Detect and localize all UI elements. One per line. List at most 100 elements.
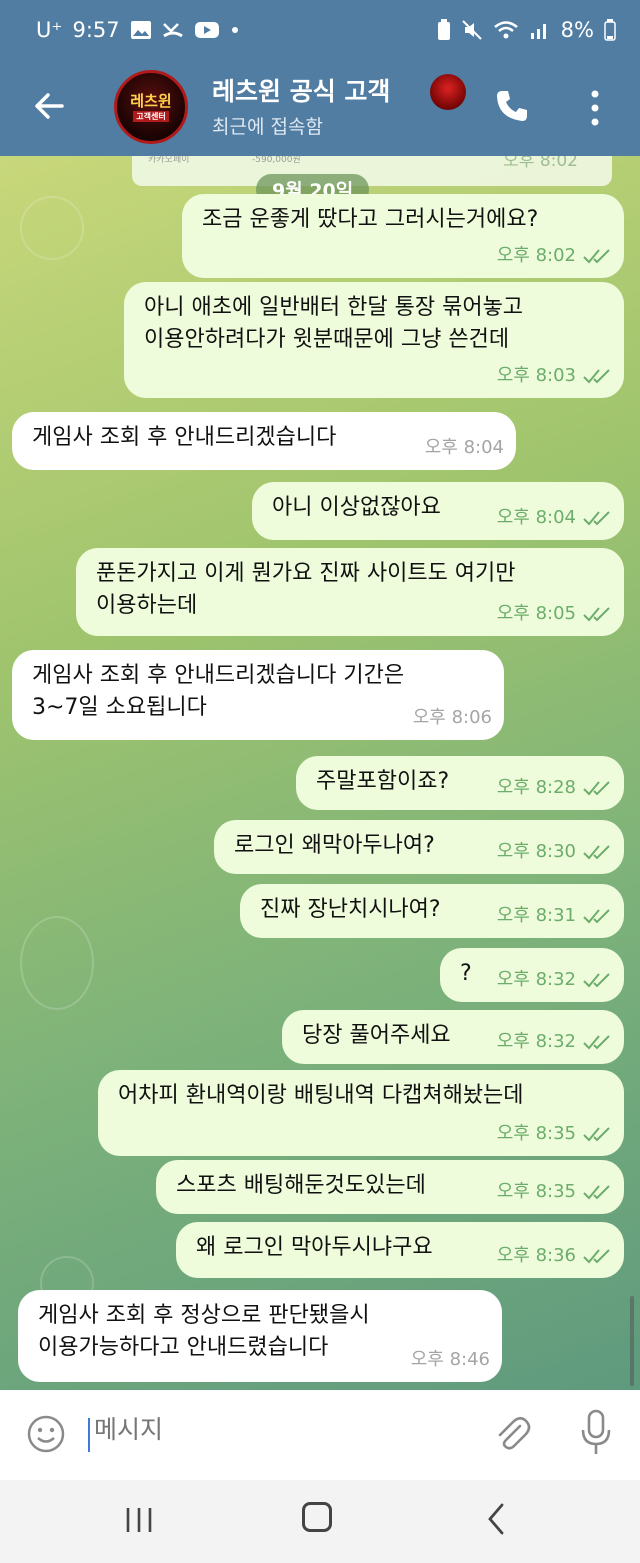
message-text: 아니 애초에 일반배터 한달 통장 묶어놓고 이용안하려다가 윗분때문에 그냥 … [144, 295, 524, 352]
signal-icon [530, 24, 546, 39]
message-text: ? [460, 961, 472, 986]
system-navigation-bar [0, 1480, 640, 1563]
message-meta: 오후 8:04 [497, 502, 612, 534]
message-composer [0, 1390, 640, 1480]
message-text: 당장 풀어주세요 [302, 1023, 451, 1048]
message-bubble-outgoing[interactable]: 아니 이상없잖아요 오후 8:04 [252, 482, 624, 540]
double-check-icon [583, 1185, 610, 1200]
message-meta: 오후 8:03 [497, 360, 612, 392]
chat-header: 레츠윈 고객센터 레츠윈 공식 고객 최근에 접속함 [0, 66, 640, 156]
message-bubble-outgoing[interactable]: 당장 풀어주세요 오후 8:32 [282, 1010, 624, 1064]
previous-image-message[interactable]: 카카오페이 -590,000원 오후 8:02 [132, 156, 612, 186]
home-icon[interactable] [302, 1502, 332, 1532]
message-meta: 오후 8:35 [497, 1176, 612, 1208]
mute-icon [461, 20, 482, 40]
message-bubble-incoming[interactable]: 게임사 조회 후 안내드리겠습니다 기간은 3~7일 소요됩니다 오후 8:06 [12, 650, 504, 740]
message-meta: 오후 8:31 [497, 900, 612, 932]
message-meta: 오후 8:35 [497, 1118, 612, 1150]
message-text: 게임사 조회 후 안내드리겠습니다 [32, 425, 337, 450]
double-check-icon [583, 973, 610, 988]
message-bubble-outgoing[interactable]: 주말포함이죠? 오후 8:28 [296, 756, 624, 810]
phone-icon[interactable] [494, 88, 530, 124]
battery-icon [604, 19, 616, 41]
message-text: 게임사 조회 후 안내드리겠습니다 기간은 3~7일 소요됩니다 [32, 663, 405, 720]
prev-cell-amount: -590,000원 [252, 156, 301, 165]
chat-title[interactable]: 레츠윈 공식 고객 [212, 72, 424, 108]
wifi-icon [493, 21, 518, 39]
paperclip-icon[interactable] [490, 1412, 534, 1456]
doodle-decoration [20, 196, 84, 260]
battery-saver-icon [437, 19, 450, 40]
message-time: 오후 8:02 [503, 156, 578, 171]
text-cursor [88, 1418, 90, 1452]
gallery-icon [130, 21, 151, 39]
message-bubble-outgoing[interactable]: 조금 운좋게 땄다고 그러시는거에요? 오후 8:02 [182, 194, 624, 278]
message-meta: 오후 8:28 [497, 772, 612, 804]
double-check-icon [583, 909, 610, 924]
message-time: 오후 8:30 [496, 841, 576, 862]
time-label: 9:57 [72, 18, 120, 42]
message-time: 오후 8:36 [496, 1245, 576, 1266]
message-time: 오후 8:32 [496, 1031, 576, 1052]
double-check-icon [583, 369, 610, 384]
message-bubble-outgoing[interactable]: 왜 로그인 막아두시냐구요 오후 8:36 [176, 1222, 624, 1278]
message-time: 오후 8:03 [496, 365, 576, 386]
youtube-icon [194, 22, 219, 38]
message-meta: 오후 8:32 [497, 964, 612, 996]
microphone-icon[interactable] [578, 1408, 614, 1458]
scrollbar[interactable] [630, 1296, 634, 1386]
message-text: 주말포함이죠? [316, 769, 450, 794]
message-meta: 오후 8:04 [425, 432, 504, 464]
chat-area[interactable]: 카카오페이 -590,000원 오후 8:02 9월 20일 조금 운좋게 땄다… [0, 156, 640, 1390]
dot-icon [231, 27, 238, 33]
message-time: 오후 8:35 [496, 1181, 576, 1202]
message-text: 조금 운좋게 땄다고 그러시는거에요? [202, 207, 539, 232]
message-bubble-outgoing[interactable]: ? 오후 8:32 [440, 948, 624, 1002]
message-meta: 오후 8:06 [413, 702, 492, 734]
last-seen-status: 최근에 접속함 [212, 116, 323, 138]
message-text: 로그인 왜막아두나여? [234, 833, 435, 858]
message-bubble-outgoing[interactable]: 스포츠 배팅해둔것도있는데 오후 8:35 [156, 1160, 624, 1214]
message-time: 오후 8:31 [496, 905, 576, 926]
double-check-icon [583, 249, 610, 264]
message-meta: 오후 8:30 [497, 836, 612, 868]
missed-call-icon [162, 23, 183, 38]
message-text: 아니 이상없잖아요 [272, 495, 441, 520]
message-bubble-outgoing[interactable]: 로그인 왜막아두나여? 오후 8:30 [214, 820, 624, 874]
message-bubble-outgoing[interactable]: 아니 애초에 일반배터 한달 통장 묶어놓고 이용안하려다가 윗분때문에 그냥 … [124, 282, 624, 398]
message-time: 오후 8:02 [496, 245, 576, 266]
message-time: 오후 8:04 [424, 437, 504, 458]
message-input[interactable] [92, 1414, 456, 1445]
message-time: 오후 8:06 [412, 707, 492, 728]
doodle-decoration [20, 916, 94, 1010]
nav-back-icon[interactable] [486, 1502, 506, 1536]
message-text: 진짜 장난치시나여? [260, 897, 441, 922]
avatar[interactable]: 레츠윈 고객센터 [114, 70, 188, 144]
message-meta: 오후 8:46 [411, 1344, 490, 1376]
double-check-icon [583, 1127, 610, 1142]
recent-apps-icon[interactable] [122, 1504, 156, 1536]
message-time: 오후 8:28 [496, 777, 576, 798]
message-bubble-outgoing[interactable]: 진짜 장난치시나여? 오후 8:31 [240, 884, 624, 938]
double-check-icon [583, 845, 610, 860]
message-text: 푼돈가지고 이게 뭔가요 진짜 사이트도 여기만 이용하는데 [96, 561, 516, 618]
avatar-subtext: 고객센터 [133, 110, 169, 122]
message-text: 어차피 환내역이랑 배팅내역 다캡쳐해놨는데 [118, 1083, 524, 1108]
back-arrow-icon[interactable] [28, 84, 72, 128]
message-bubble-incoming[interactable]: 게임사 조회 후 안내드리겠습니다 오후 8:04 [12, 412, 516, 470]
message-text: 게임사 조회 후 정상으로 판단됐을시 이용가능하다고 안내드렸습니다 [38, 1303, 370, 1360]
double-check-icon [583, 511, 610, 526]
more-options-icon[interactable] [585, 88, 605, 128]
badge-emoji-icon [430, 74, 466, 110]
emoji-icon[interactable] [26, 1414, 66, 1454]
message-bubble-outgoing[interactable]: 푼돈가지고 이게 뭔가요 진짜 사이트도 여기만 이용하는데 오후 8:05 [76, 548, 624, 636]
avatar-text: 레츠윈 [130, 91, 172, 110]
message-bubble-incoming[interactable]: 게임사 조회 후 정상으로 판단됐을시 이용가능하다고 안내드렸습니다 오후 8… [18, 1290, 502, 1382]
message-bubble-outgoing[interactable]: 어차피 환내역이랑 배팅내역 다캡쳐해놨는데 오후 8:35 [98, 1070, 624, 1156]
message-time: 오후 8:05 [496, 603, 576, 624]
message-time: 오후 8:35 [496, 1123, 576, 1144]
double-check-icon [583, 607, 610, 622]
status-bar: U⁺ 9:57 8% [0, 0, 640, 66]
message-time: 오후 8:04 [496, 507, 576, 528]
message-meta: 오후 8:36 [497, 1240, 612, 1272]
